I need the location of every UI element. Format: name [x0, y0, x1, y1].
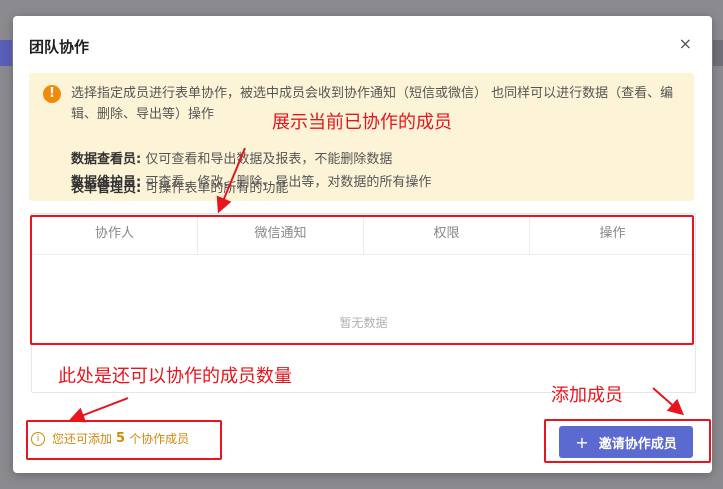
close-icon[interactable]: × [679, 34, 692, 53]
role-name: 表单管理员: [71, 181, 142, 196]
annotation-show-members: 展示当前已协作的成员 [272, 112, 452, 133]
role-desc: 仅可查看和导出数据及报表，不能删除数据 [141, 152, 393, 167]
warning-icon: ! [43, 85, 61, 103]
background-sidebar-accent [0, 40, 12, 66]
annotation-box-count [26, 420, 222, 460]
annotation-add-member: 添加成员 [551, 385, 623, 406]
annotation-member-count: 此处是还可以协作的成员数量 [58, 366, 292, 387]
role-name: 数据查看员: [71, 152, 142, 167]
dialog-title: 团队协作 [29, 38, 90, 56]
role-desc: 可操作表单的所有的功能 [141, 181, 289, 196]
annotation-box-invite [544, 419, 711, 463]
role-viewer: 数据查看员: 仅可查看和导出数据及报表，不能删除数据 [71, 148, 392, 167]
background-right-accent [713, 40, 723, 66]
role-admin: 表单管理员: 可操作表单的所有的功能 [71, 177, 288, 196]
annotation-box-table [30, 215, 694, 345]
